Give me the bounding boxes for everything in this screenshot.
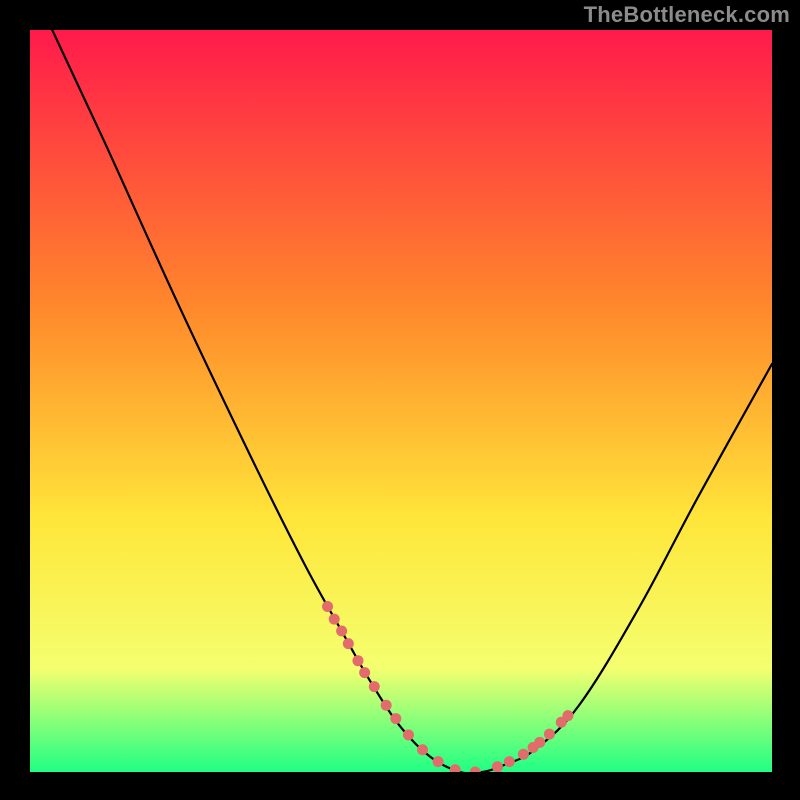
marker-dot xyxy=(544,729,555,740)
marker-dot xyxy=(322,601,333,612)
marker-dot xyxy=(359,667,370,678)
marker-dot xyxy=(336,626,347,637)
marker-dot xyxy=(381,700,392,711)
chart-stage: TheBottleneck.com xyxy=(0,0,800,800)
watermark-text: TheBottleneck.com xyxy=(584,2,790,28)
marker-dot xyxy=(470,767,481,773)
marker-dot xyxy=(450,764,461,772)
plot-area xyxy=(30,30,772,772)
marker-dot xyxy=(433,756,444,767)
marker-dot xyxy=(390,713,401,724)
bottleneck-curve xyxy=(52,30,772,772)
marker-dot xyxy=(369,681,380,692)
marker-group xyxy=(322,601,573,772)
chart-svg xyxy=(30,30,772,772)
marker-dot xyxy=(504,756,515,767)
marker-dot xyxy=(403,729,414,740)
marker-dot xyxy=(518,749,529,760)
marker-dot xyxy=(343,638,354,649)
marker-dot xyxy=(352,655,363,666)
marker-dot xyxy=(562,710,573,721)
marker-dot xyxy=(534,737,545,748)
marker-dot xyxy=(492,761,503,772)
marker-dot xyxy=(417,744,428,755)
marker-dot xyxy=(329,614,340,625)
